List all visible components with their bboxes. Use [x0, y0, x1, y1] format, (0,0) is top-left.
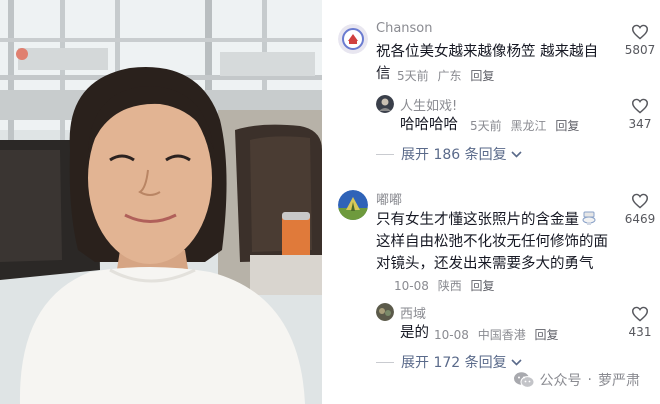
watermark-separator: · — [587, 372, 592, 388]
like-count: 347 — [628, 117, 652, 131]
avatar[interactable] — [338, 24, 368, 54]
comment-text: 只有女生才懂这张照片的含金量 这样自由松弛不化妆无任何修饰的面对镜头，还发出来需… — [376, 209, 621, 275]
reply-time: 5天前 — [470, 119, 502, 133]
comment-username[interactable]: Chanson — [376, 21, 433, 36]
reply-meta: 10-08 中国香港 回复 — [434, 326, 564, 343]
comment-time: 5天前 — [397, 69, 429, 83]
reply-username[interactable]: 西域 — [400, 303, 426, 322]
like-button[interactable]: 5807 — [620, 24, 660, 57]
expand-replies-button[interactable]: 展开 172 条回复 — [376, 352, 522, 372]
avatar[interactable] — [376, 303, 394, 321]
watermark-name: 萝严肃 — [598, 373, 640, 389]
comment-username[interactable]: 嘟嘟 — [376, 189, 402, 208]
watermark: 公众号 · 萝严肃 — [513, 370, 640, 390]
reply-button[interactable]: 回复 — [535, 328, 559, 342]
reply-text: 哈哈哈哈 — [400, 117, 458, 133]
like-count: 6469 — [624, 212, 656, 226]
like-button[interactable]: 431 — [620, 306, 660, 339]
heart-outline-icon — [631, 193, 649, 209]
comment-text-continued: 这样自由松弛不化妆无任何修饰的面对镜头，还发出来需要多大的勇气 — [376, 234, 608, 272]
reply-button[interactable]: 回复 — [555, 119, 579, 133]
reply-button[interactable]: 回复 — [471, 279, 495, 293]
chevron-down-icon — [511, 358, 522, 366]
reply-username[interactable]: 人生如戏! — [400, 95, 457, 114]
watermark-account: 公众号 — [539, 373, 582, 389]
comment-section: Chanson 祝各位美女越来越像杨笠 越来越自信 5天前 广东 回复 5807… — [322, 0, 660, 404]
expand-replies-button[interactable]: 展开 186 条回复 — [376, 144, 522, 164]
divider-line — [376, 361, 394, 363]
like-button[interactable]: 347 — [620, 98, 660, 131]
comment-meta: 5天前 广东 回复 — [397, 67, 499, 84]
avatar[interactable] — [376, 95, 394, 113]
selfie-photo — [0, 0, 322, 404]
heart-outline-icon — [631, 24, 649, 40]
reply-time: 10-08 — [434, 328, 469, 342]
comment-location: 陕西 — [437, 279, 462, 293]
comment-text-line: 只有女生才懂这张照片的含金量 — [376, 212, 579, 228]
expand-replies-label: 展开 172 条回复 — [401, 355, 507, 371]
comment-time: 10-08 — [394, 279, 429, 293]
heart-outline-icon — [631, 306, 649, 322]
comment-meta: 10-08 陕西 回复 — [394, 277, 500, 294]
reply-location: 黑龙江 — [510, 119, 547, 133]
wechat-icon — [513, 372, 535, 388]
like-button[interactable]: 6469 — [620, 193, 660, 226]
divider-line — [376, 153, 394, 155]
expand-replies-label: 展开 186 条回复 — [401, 147, 507, 163]
chevron-down-icon — [511, 150, 522, 158]
comment-location: 广东 — [437, 69, 462, 83]
reply-text: 是的 — [400, 325, 429, 341]
reply-meta: 5天前 黑龙江 回复 — [470, 117, 584, 134]
toilet-emoji-icon — [582, 211, 596, 225]
avatar[interactable] — [338, 190, 368, 220]
like-count: 431 — [628, 325, 652, 339]
reply-location: 中国香港 — [477, 328, 526, 342]
heart-outline-icon — [631, 98, 649, 114]
reply-button[interactable]: 回复 — [470, 69, 494, 83]
like-count: 5807 — [624, 43, 656, 57]
